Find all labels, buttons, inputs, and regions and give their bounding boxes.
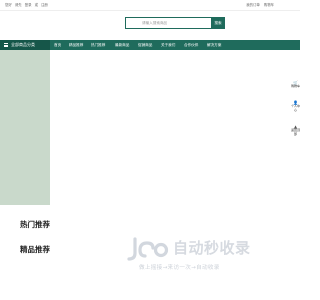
top-bar-left: 您好 请先 登录 或 注册 xyxy=(5,0,50,10)
please-text: 请先 xyxy=(14,3,22,7)
floating-user[interactable]: 👤 个人中心 xyxy=(291,100,300,112)
search-bar: 搜索 xyxy=(125,17,225,29)
floating-sidebar: 🛒 购物车 👤 个人中心 ▲ 返回顶部 xyxy=(291,80,300,148)
watermark: 自动秒收录 做上摇接→来访一次→自动收录 xyxy=(125,236,285,276)
greeting-text: 您好 xyxy=(5,3,12,7)
nav-item-new[interactable]: 最新商品 xyxy=(115,40,129,50)
nav-item-home[interactable]: 首页 xyxy=(54,40,61,50)
top-bar-right: 我的订单 购物车 xyxy=(243,0,274,10)
category-banner[interactable] xyxy=(0,50,50,205)
nav-item-partners[interactable]: 合作伙伴 xyxy=(184,40,198,50)
all-categories-button[interactable]: 全部商品分类 xyxy=(0,40,50,50)
top-bar: 您好 请先 登录 或 注册 我的订单 购物车 xyxy=(0,0,300,10)
nav-item-featured[interactable]: 精品推荐 xyxy=(69,40,83,50)
watermark-tagline: 做上摇接→来访一次→自动收录 xyxy=(139,265,220,271)
floating-cart-label: 购物车 xyxy=(291,84,301,88)
nav-item-promo[interactable]: 促销商品 xyxy=(138,40,152,50)
or-text: 或 xyxy=(34,3,38,7)
floating-top[interactable]: ▲ 返回顶部 xyxy=(291,124,300,136)
top-divider xyxy=(0,10,300,11)
main-nav: 全部商品分类 首页 精品推荐 热门推荐 最新商品 促销商品 关于我们 合作伙伴 … xyxy=(0,40,300,50)
search-button[interactable]: 搜索 xyxy=(211,17,225,29)
featured-section-title: 精品推荐 xyxy=(20,245,50,254)
cart-link[interactable]: 购物车 xyxy=(264,3,274,7)
register-link[interactable]: 注册 xyxy=(41,3,48,7)
nav-item-hot[interactable]: 热门推荐 xyxy=(91,40,105,50)
watermark-title: 自动秒收录 xyxy=(173,239,251,257)
watermark-logo-icon xyxy=(127,237,169,261)
floating-user-label: 个人中心 xyxy=(291,104,301,112)
my-orders-link[interactable]: 我的订单 xyxy=(246,3,260,7)
floating-cart[interactable]: 🛒 购物车 xyxy=(291,80,300,88)
nav-item-solutions[interactable]: 解决方案 xyxy=(207,40,221,50)
menu-icon xyxy=(4,43,8,47)
nav-item-about[interactable]: 关于我们 xyxy=(161,40,175,50)
login-link[interactable]: 登录 xyxy=(25,3,32,7)
search-input[interactable] xyxy=(125,17,211,29)
floating-top-label: 返回顶部 xyxy=(291,128,301,136)
hot-section-title: 热门推荐 xyxy=(20,220,50,229)
all-categories-label: 全部商品分类 xyxy=(11,42,35,47)
